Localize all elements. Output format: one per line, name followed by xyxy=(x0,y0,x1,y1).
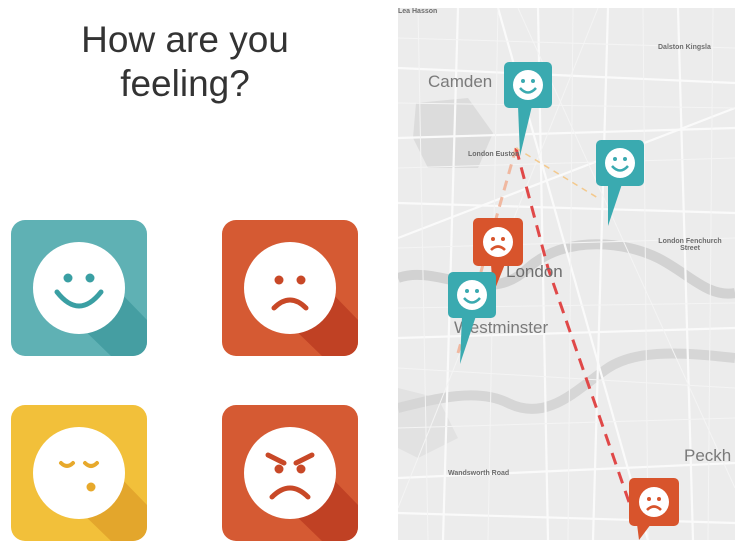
mood-button-happy[interactable] xyxy=(11,220,147,356)
page-title: How are you feeling? xyxy=(0,18,370,106)
map-pin-happy[interactable] xyxy=(446,270,500,366)
happy-face-icon xyxy=(33,242,125,334)
sleepy-face-icon xyxy=(33,427,125,519)
mood-button-angry[interactable] xyxy=(222,405,358,541)
title-line-1: How are you xyxy=(81,19,289,60)
map-label-peckham: Peckh xyxy=(684,446,732,465)
map-label-dalston: Dalston Kingsla xyxy=(658,44,711,51)
sad-face-icon xyxy=(244,242,336,334)
mood-picker-panel: How are you feeling? xyxy=(0,0,380,541)
mood-button-sleepy[interactable] xyxy=(11,405,147,541)
map-label-fenchurch: London Fenchurch Street xyxy=(658,238,722,252)
title-line-2: feeling? xyxy=(120,63,250,104)
map-pin-happy[interactable] xyxy=(502,60,556,160)
mood-map[interactable]: Lea Hasson Camden Dalston Kingsla London… xyxy=(398,8,735,540)
map-label-camden: Camden xyxy=(428,72,493,91)
map-label-wandsworth: Wandsworth Road xyxy=(448,470,510,477)
map-pin-happy[interactable] xyxy=(594,138,648,228)
map-label-top: Lea Hasson xyxy=(398,8,438,15)
angry-face-icon xyxy=(244,427,336,519)
mood-button-sad[interactable] xyxy=(222,220,358,356)
map-pin-sad[interactable] xyxy=(627,476,683,540)
